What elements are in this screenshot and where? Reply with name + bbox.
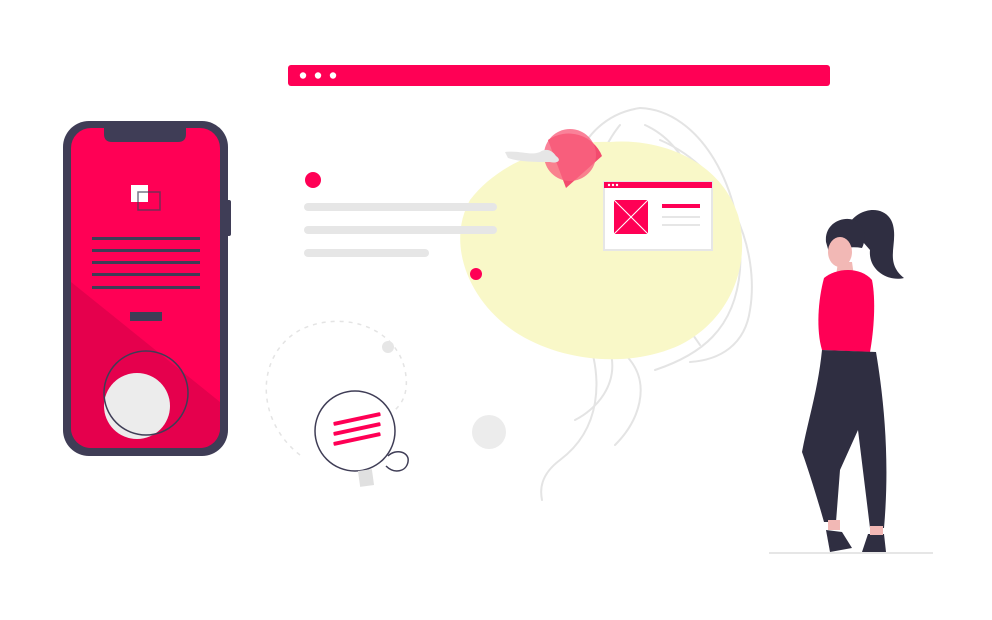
chat-tail-block xyxy=(357,469,375,487)
illustration-canvas xyxy=(63,65,933,554)
screen-line-2 xyxy=(92,249,200,252)
right-shoe xyxy=(862,534,886,552)
bird-icon xyxy=(505,149,559,163)
text-line-3 xyxy=(304,249,429,257)
person-icon xyxy=(802,210,904,552)
phone-notch xyxy=(104,128,186,142)
screen-line-4 xyxy=(92,273,200,276)
left-shoe xyxy=(826,530,852,552)
screen-line-5 xyxy=(92,286,200,289)
screen-line-3 xyxy=(92,261,200,264)
text-line-2 xyxy=(304,226,497,234)
browser-card xyxy=(603,181,713,251)
text-line-1 xyxy=(304,203,497,211)
screen-button xyxy=(130,312,162,321)
card-titlebar xyxy=(604,182,712,188)
card-heading-line xyxy=(662,204,700,208)
orbit-dot xyxy=(382,341,394,353)
light-gray-circle xyxy=(472,415,506,449)
window-dot-3 xyxy=(329,72,337,79)
bullet-dot xyxy=(305,172,321,188)
smartphone-icon xyxy=(63,121,231,456)
window-dot-1 xyxy=(299,72,307,79)
browser-window-bar xyxy=(288,65,830,86)
left-ankle xyxy=(828,520,840,530)
app-logo-icon xyxy=(131,185,148,202)
ground-line xyxy=(769,552,933,554)
chat-bubble-icon xyxy=(314,390,409,487)
screen-line-1 xyxy=(92,237,200,240)
screen-large-circle xyxy=(104,373,170,439)
small-pink-dot xyxy=(470,268,482,280)
right-ankle xyxy=(870,526,883,535)
illustration-stage xyxy=(0,0,992,620)
pants xyxy=(802,350,887,528)
window-dot-2 xyxy=(314,72,322,79)
